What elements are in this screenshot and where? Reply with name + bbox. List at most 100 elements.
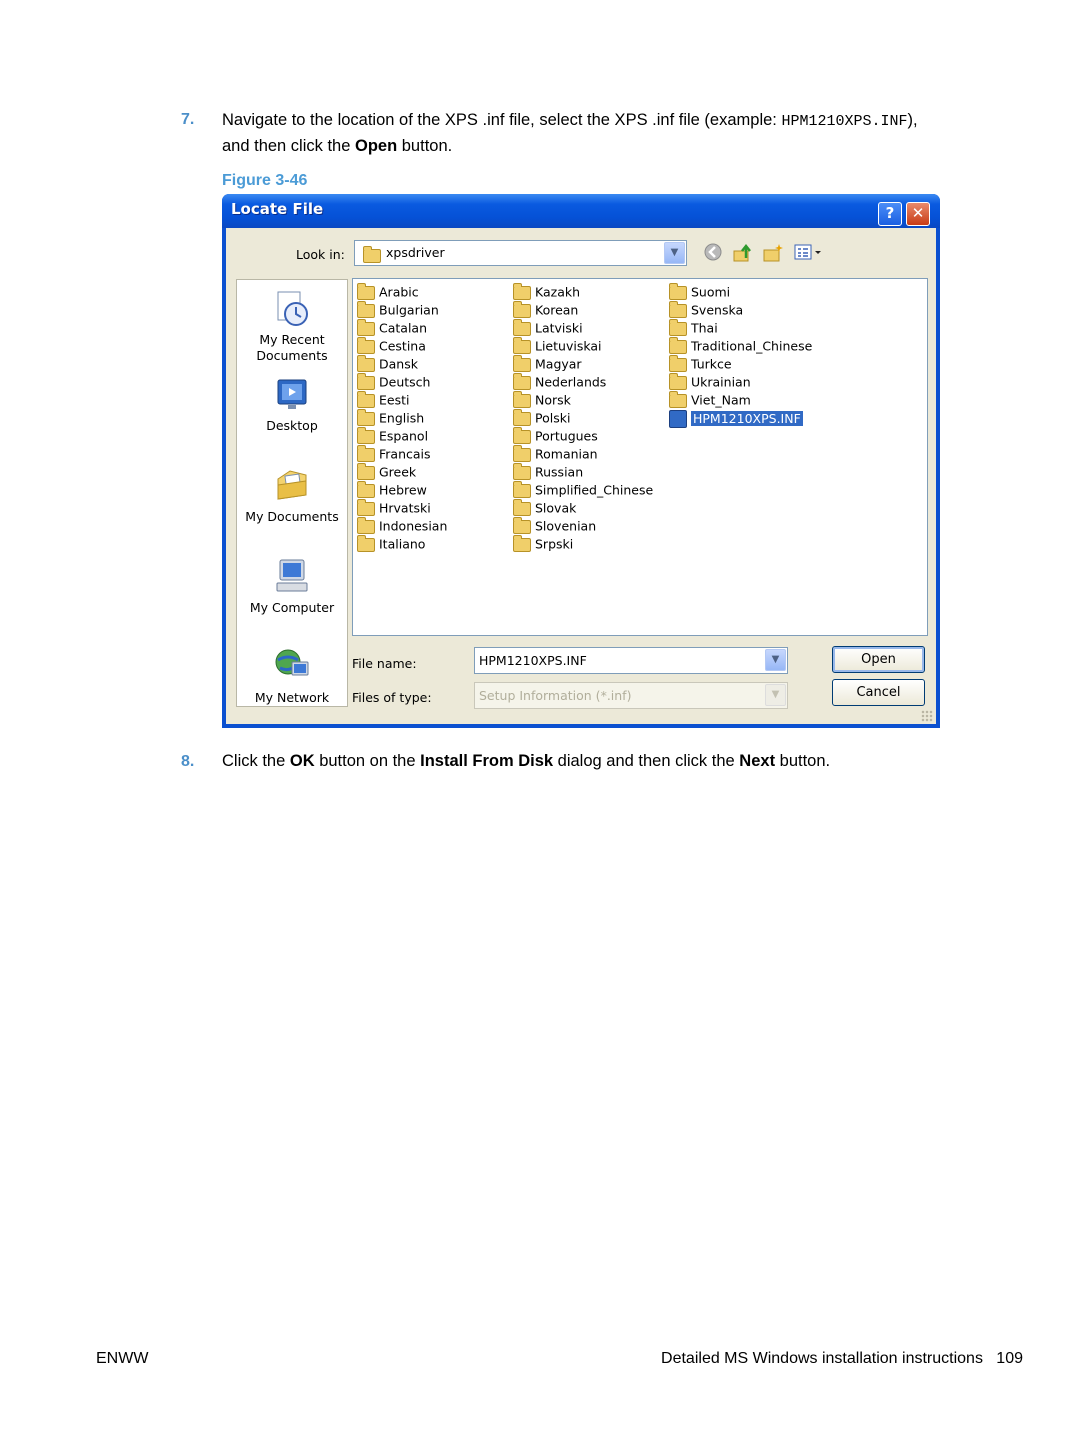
chevron-down-icon[interactable]: ▼ [765,649,786,671]
new-folder-icon[interactable] [762,242,784,264]
place-my-computer[interactable]: My Computer [237,556,347,615]
folder-item[interactable]: Slovak [513,498,653,517]
folder-item[interactable]: Dansk [357,354,447,373]
folder-item[interactable]: Magyar [513,354,653,373]
folder-item[interactable]: Deutsch [357,372,447,391]
folder-item-label: Arabic [379,284,419,300]
folder-icon [669,300,687,318]
folder-item[interactable]: Catalan [357,318,447,337]
back-icon[interactable] [702,242,724,264]
folder-icon [513,498,531,516]
folder-item[interactable]: Polski [513,408,653,427]
folder-icon [513,408,531,426]
folder-icon [357,282,375,300]
folder-item-label: Korean [535,302,579,318]
folder-item[interactable]: Indonesian [357,516,447,535]
folder-item[interactable]: Hrvatski [357,498,447,517]
folder-item[interactable]: English [357,408,447,427]
folder-icon [357,336,375,354]
place-my-recent-documents[interactable]: My Recent Documents [237,288,347,364]
open-button[interactable]: Open [832,646,925,673]
folder-icon [357,498,375,516]
folder-item[interactable]: Nederlands [513,372,653,391]
folder-icon [669,372,687,390]
my-network-icon [272,646,312,686]
look-in-combo[interactable]: xpsdriver ▼ [354,240,687,266]
folder-item-label: English [379,410,425,426]
folder-item-label: Greek [379,464,417,480]
folder-item[interactable]: Thai [669,318,812,337]
folder-item[interactable]: Simplified_Chinese [513,480,653,499]
folder-item[interactable]: Bulgarian [357,300,447,319]
chevron-down-icon[interactable]: ▼ [765,684,786,706]
folder-icon [513,354,531,372]
folder-item[interactable]: Slovenian [513,516,653,535]
folder-item-label: Norsk [535,392,571,408]
folder-item-label: Deutsch [379,374,431,390]
folder-item[interactable]: Viet_Nam [669,390,812,409]
folder-item[interactable]: Lietuviskai [513,336,653,355]
step-7-text-b: ), [907,111,918,129]
step-7-text-a: Navigate to the location of the XPS .inf… [222,111,782,129]
folder-item[interactable]: Norsk [513,390,653,409]
chevron-down-icon[interactable]: ▼ [664,242,685,264]
cancel-button[interactable]: Cancel [832,679,925,706]
folder-item[interactable]: Hebrew [357,480,447,499]
place-label: My Computer [249,600,335,615]
folder-item-label: Slovenian [535,518,597,534]
folder-item[interactable]: Espanol [357,426,447,445]
folder-item[interactable]: Turkce [669,354,812,373]
place-my-documents[interactable]: My Documents [237,465,347,524]
folder-icon [357,390,375,408]
folder-icon [513,480,531,498]
place-my-network[interactable]: My Network [237,646,347,705]
folder-item[interactable]: Latviski [513,318,653,337]
folder-item[interactable]: Romanian [513,444,653,463]
folder-icon [669,282,687,300]
look-in-label: Look in: [296,247,345,262]
folder-item-label: Italiano [379,536,426,552]
folder-item[interactable]: Traditional_Chinese [669,336,812,355]
place-label: My Network [254,690,330,705]
files-of-type-select[interactable]: Setup Information (*.inf) ▼ [474,682,788,709]
file-name-input[interactable]: HPM1210XPS.INF ▼ [474,647,788,674]
folder-item[interactable]: Francais [357,444,447,463]
folder-item[interactable]: Ukrainian [669,372,812,391]
folder-item[interactable]: Greek [357,462,447,481]
resize-grip[interactable] [921,710,933,722]
dialog-body: Look in: xpsdriver ▼ My Recent Documents [226,228,936,724]
folder-icon [357,444,375,462]
folder-item[interactable]: Italiano [357,534,447,553]
step-8-text-3: dialog and then click the [553,752,740,770]
places-bar: My Recent Documents Desktop My Documents… [236,279,348,707]
place-label: My Documents [245,509,339,524]
folder-icon [669,318,687,336]
folder-icon [669,390,687,408]
folder-item-label: Catalan [379,320,428,336]
folder-item[interactable]: Srpski [513,534,653,553]
folder-item-label: Dansk [379,356,418,372]
folder-item[interactable]: Portugues [513,426,653,445]
views-menu-icon[interactable] [792,242,824,264]
file-name-value: HPM1210XPS.INF [479,653,587,668]
place-desktop[interactable]: Desktop [237,374,347,433]
folder-item[interactable]: Korean [513,300,653,319]
up-folder-icon[interactable] [732,242,754,264]
folder-item[interactable]: Svenska [669,300,812,319]
folder-item[interactable]: Eesti [357,390,447,409]
folder-item-label: Portugues [535,428,598,444]
folder-item-label: Espanol [379,428,429,444]
folder-item[interactable]: Suomi [669,282,812,301]
selected-file-item[interactable]: HPM1210XPS.INF [669,409,812,428]
folder-item[interactable]: Kazakh [513,282,653,301]
folder-item[interactable]: Arabic [357,282,447,301]
close-button[interactable]: ✕ [906,202,930,226]
file-list[interactable]: Arabic Bulgarian Catalan Cestina Dansk Deutsc… [352,278,928,636]
help-button[interactable]: ? [878,202,902,226]
folder-item[interactable]: Russian [513,462,653,481]
folder-icon [513,534,531,552]
step-8-text-1: Click the [222,752,290,770]
folder-item[interactable]: Cestina [357,336,447,355]
files-of-type-value: Setup Information (*.inf) [479,688,632,703]
footer-title: Detailed MS Windows installation instruc… [661,1350,983,1367]
